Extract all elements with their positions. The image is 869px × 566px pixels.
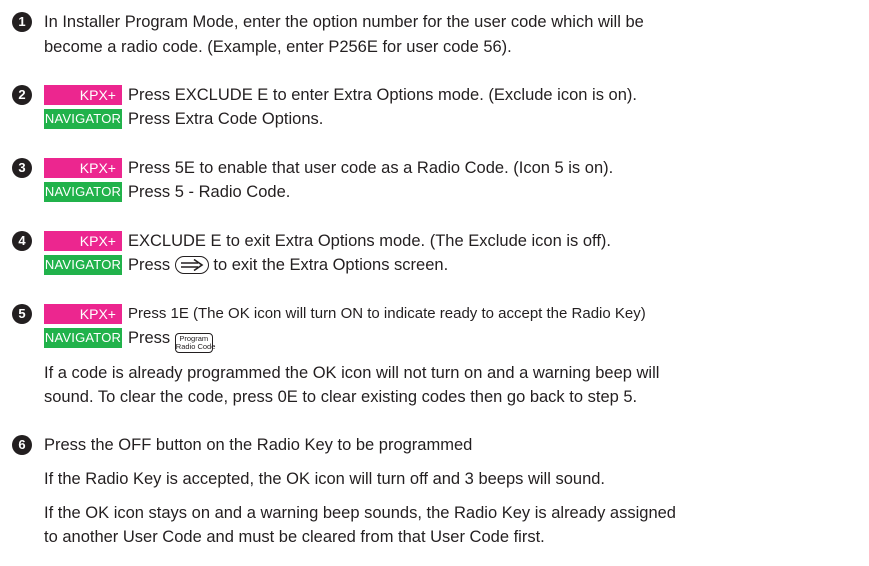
step6-line1: Press the OFF button on the Radio Key to…: [44, 436, 473, 454]
step4-nav-before: Press: [128, 256, 171, 274]
step3-kpx-text: Press 5E to enable that user code as a R…: [128, 159, 614, 177]
kpx-badge: KPX+: [44, 158, 122, 178]
step6-line2: If the Radio Key is accepted, the OK ico…: [44, 470, 606, 488]
step-number-2: 2: [12, 85, 32, 105]
step1-line1: In Installer Program Mode, enter the opt…: [44, 13, 644, 31]
step4-nav-after: to exit the Extra Options screen.: [213, 256, 449, 274]
step5-nav-line: Press Program Radio Code: [128, 328, 216, 353]
step6-line3: If the OK icon stays on and a warning be…: [44, 504, 676, 522]
navigator-badge: NAVIGATOR: [44, 182, 122, 202]
step-number-3: 3: [12, 158, 32, 178]
step-number-4: 4: [12, 231, 32, 251]
step-number-1: 1: [12, 12, 32, 32]
step5-nav-before: Press: [128, 329, 171, 347]
step-number-6: 6: [12, 435, 32, 455]
kpx-badge: KPX+: [44, 85, 122, 105]
step3-nav-text: Press 5 - Radio Code.: [128, 183, 291, 201]
program-radio-code-key-icon: Program Radio Code: [174, 333, 216, 353]
step6-line4: to another User Code and must be cleared…: [44, 528, 545, 546]
step5-note-line2: sound. To clear the code, press 0E to cl…: [44, 388, 638, 406]
kpx-badge: KPX+: [44, 231, 122, 251]
instructions-page: 1 In Installer Program Mode, enter the o…: [0, 0, 869, 566]
step5-note-line1: If a code is already programmed the OK i…: [44, 364, 660, 382]
navigator-badge: NAVIGATOR: [44, 255, 122, 275]
step4-nav-line: Press to exit the Extra Options screen.: [128, 255, 448, 275]
step4-kpx-text: EXCLUDE E to exit Extra Options mode. (T…: [128, 232, 611, 250]
step5-kpx-text: Press 1E (The OK icon will turn ON to in…: [128, 305, 646, 322]
arrow-right-key-icon: [174, 256, 209, 274]
navigator-badge: NAVIGATOR: [44, 109, 122, 129]
navigator-badge: NAVIGATOR: [44, 328, 122, 348]
step2-nav-text: Press Extra Code Options.: [128, 110, 324, 128]
step1-line2: become a radio code. (Example, enter P25…: [44, 38, 512, 56]
kpx-badge: KPX+: [44, 304, 122, 324]
program-key-label-line2: Radio Code: [175, 342, 216, 351]
step2-kpx-text: Press EXCLUDE E to enter Extra Options m…: [128, 86, 637, 104]
step-number-5: 5: [12, 304, 32, 324]
